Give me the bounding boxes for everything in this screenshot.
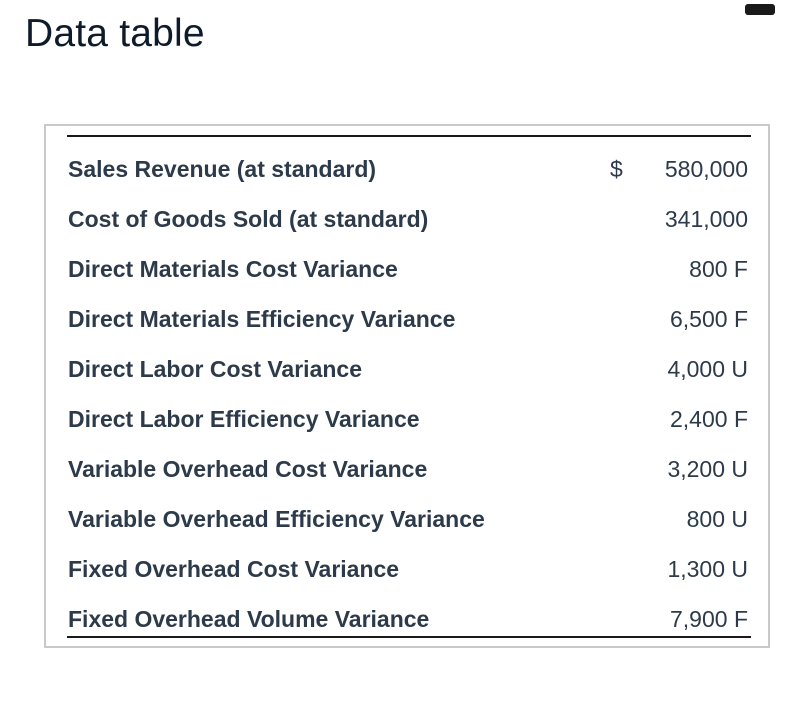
row-value: 341,000 [664,206,748,232]
table-row: Variable Overhead Cost Variance 3,200 U [68,456,748,486]
row-value: 800 U [686,506,748,532]
table-row: Fixed Overhead Cost Variance 1,300 U [68,556,748,586]
minimize-button[interactable] [745,4,775,15]
row-value: 6,500 F [670,306,748,332]
row-label: Cost of Goods Sold (at standard) [68,206,429,232]
row-label: Variable Overhead Efficiency Variance [68,506,485,532]
table-row: Direct Labor Efficiency Variance 2,400 F [68,406,748,436]
table-row: Direct Materials Efficiency Variance 6,5… [68,306,748,336]
row-value: 800 F [689,256,748,282]
table-row: Direct Labor Cost Variance 4,000 U [68,356,748,386]
row-value: 2,400 F [670,406,748,432]
table-top-rule [67,135,751,137]
table-row: Fixed Overhead Volume Variance 7,900 F [68,606,748,636]
row-value: 1,300 U [667,556,748,582]
table-row: Variable Overhead Efficiency Variance 80… [68,506,748,536]
row-label: Fixed Overhead Volume Variance [68,606,430,632]
table-bottom-rule [67,636,751,638]
row-value: 7,900 F [670,606,748,632]
row-label: Variable Overhead Cost Variance [68,456,428,482]
currency-symbol: $ [610,156,623,182]
dialog-title: Data table [25,12,205,55]
row-label: Direct Labor Cost Variance [68,356,362,382]
row-label: Direct Materials Cost Variance [68,256,398,282]
row-label: Sales Revenue (at standard) [68,156,377,182]
row-value: 4,000 U [667,356,748,382]
row-value: 580,000 [664,156,748,182]
row-label: Direct Materials Efficiency Variance [68,306,456,332]
data-table: Sales Revenue (at standard) $ 580,000 Co… [44,124,770,648]
table-row: Direct Materials Cost Variance 800 F [68,256,748,286]
table-row: Cost of Goods Sold (at standard) 341,000 [68,206,748,236]
row-label: Direct Labor Efficiency Variance [68,406,420,432]
row-label: Fixed Overhead Cost Variance [68,556,400,582]
row-value: 3,200 U [667,456,748,482]
table-row: Sales Revenue (at standard) $ 580,000 [68,156,748,186]
